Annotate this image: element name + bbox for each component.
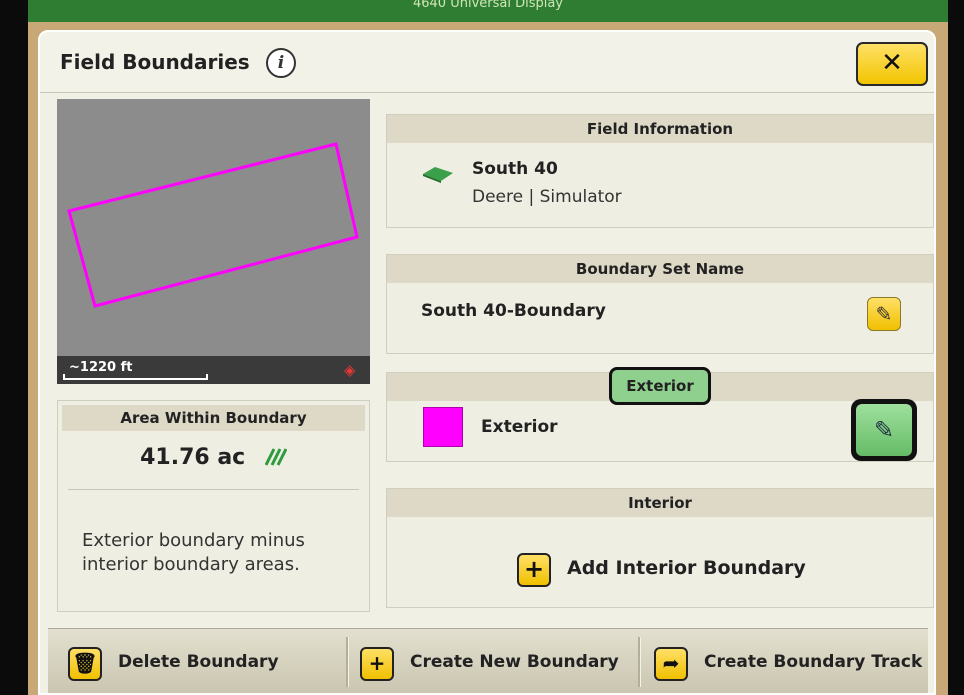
pencil-icon: ✎ [856,404,912,456]
footer-divider [346,637,349,687]
exterior-label: Exterior [481,417,558,437]
scale-label: ~1220 ft [69,360,133,375]
boundary-map [57,99,370,384]
interior-header: Interior [387,489,933,517]
map-scale-bar: ~1220 ft ◈ [57,356,370,384]
exterior-tag[interactable]: Exterior [609,367,711,405]
area-value: 41.76 ac [140,445,246,470]
window-title: 4640 Universal Display [412,0,564,11]
area-note: Exterior boundary minus interior boundar… [82,530,305,575]
area-hatch-icon [264,448,287,466]
exterior-boundary-polygon [67,142,359,308]
field-boundaries-dialog: Field Boundaries i ✕ ~1220 ft ◈ Area Wit… [38,30,936,695]
area-header: Area Within Boundary [62,405,365,431]
window-title-bar: 4640 Universal Display [28,0,948,24]
curved-arrow-icon: ➦ [654,647,688,681]
field-icon [423,167,453,183]
create-new-boundary-label: Create New Boundary [410,652,619,672]
edit-exterior-button[interactable]: ✎ [851,399,917,461]
delete-boundary-label: Delete Boundary [118,652,279,672]
exterior-color-swatch[interactable] [423,407,463,447]
info-icon[interactable]: i [266,48,296,78]
add-interior-boundary-label: Add Interior Boundary [567,557,806,579]
boundary-map-canvas [67,142,359,308]
field-name: South 40 [472,159,558,179]
field-org: Deere | Simulator [472,187,622,207]
exterior-section: Exterior Exterior ✎ [386,367,934,462]
plus-icon: + [517,553,551,587]
create-boundary-track-label: Create Boundary Track [704,652,923,672]
area-divider [68,489,359,490]
scale-line [63,374,208,380]
boundary-set-section: Boundary Set Name South 40-Boundary ✎ [386,254,934,354]
dialog-title: Field Boundaries [60,50,250,74]
pencil-icon: ✎ [875,302,893,326]
edit-boundary-set-button[interactable]: ✎ [867,297,901,331]
interior-section: Interior + Add Interior Boundary [386,488,934,608]
footer-divider [638,637,641,687]
plus-icon: + [360,647,394,681]
close-button[interactable]: ✕ [856,42,928,86]
dialog-header: Field Boundaries i ✕ [40,32,934,93]
area-panel: Area Within Boundary 41.76 ac Exterior b… [57,400,370,612]
north-arrow-icon: ◈ [344,361,356,379]
dialog-footer: 🗑 Delete Boundary + Create New Boundary … [48,628,928,693]
boundary-set-name: South 40-Boundary [421,301,606,321]
area-value-row: 41.76 ac [58,445,369,470]
field-information-header: Field Information [387,115,933,143]
trash-icon: 🗑 [68,647,102,681]
boundary-set-header: Boundary Set Name [387,255,933,283]
field-information-section: Field Information South 40 Deere | Simul… [386,114,934,228]
